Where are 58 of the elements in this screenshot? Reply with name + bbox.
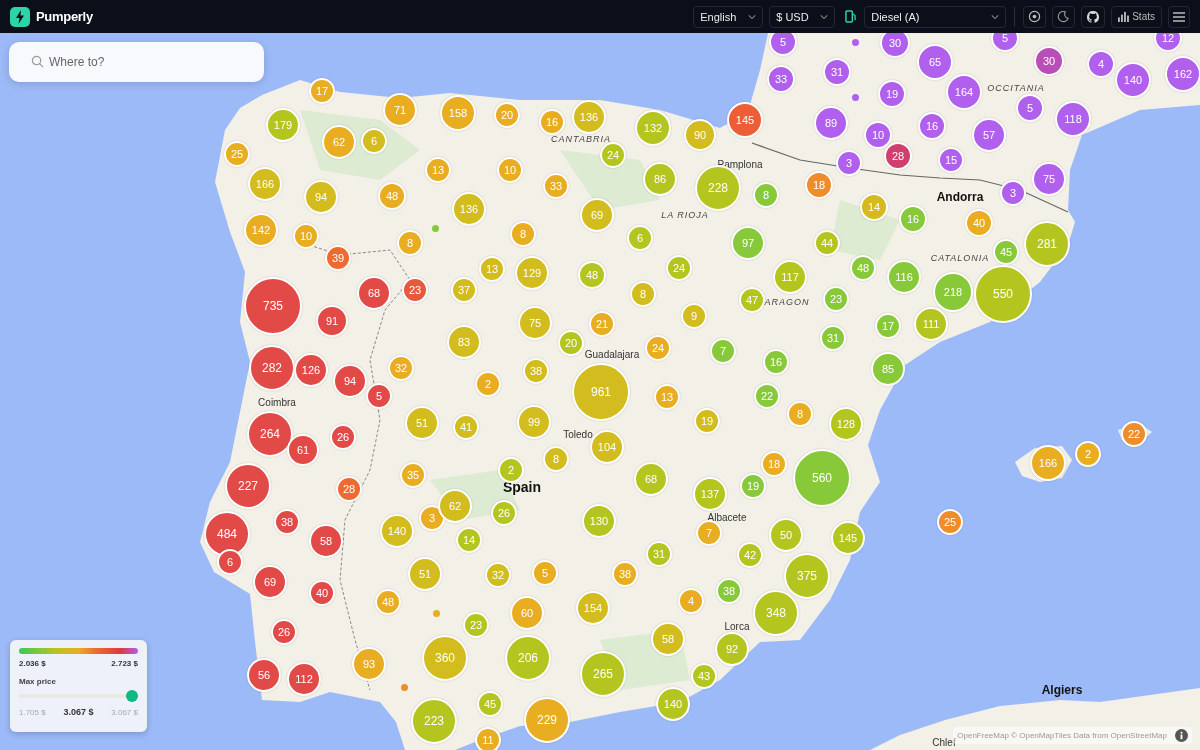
map-place-label: Guadalajara (584, 348, 640, 360)
map-place-label: OCCITANIA (987, 83, 1045, 93)
map-place-label: Coimbra (258, 396, 296, 408)
station-dot[interactable] (431, 224, 439, 232)
map-place-label: Andorra (936, 190, 984, 204)
map-place-label: Albacete (707, 511, 747, 523)
language-select[interactable]: English (693, 5, 764, 28)
station-dot[interactable] (851, 38, 859, 46)
dark-mode-button[interactable] (1052, 5, 1076, 28)
map-place-label: ARAGON (764, 297, 810, 307)
range-max-label: 3.067 $ (111, 707, 138, 717)
menu-icon (1173, 11, 1185, 22)
chevron-down-icon (820, 13, 829, 20)
github-button[interactable] (1081, 5, 1106, 28)
info-icon[interactable] (1175, 729, 1188, 742)
map-place-label: CATALONIA (930, 253, 990, 263)
search-field[interactable]: Where to? (9, 42, 264, 82)
fuel-pump-icon (845, 10, 857, 23)
station-cluster-marker[interactable]: 166 (1030, 445, 1066, 481)
app-name: Pumperly (36, 9, 93, 24)
chevron-down-icon (748, 13, 757, 20)
map-place-label: Toledo (563, 428, 593, 440)
station-cluster-marker[interactable]: 229 (524, 697, 570, 743)
station-cluster-marker[interactable]: 22 (1121, 421, 1147, 447)
station-cluster-marker[interactable]: 2 (1075, 441, 1101, 467)
target-icon (1028, 10, 1042, 23)
station-cluster-marker[interactable]: 140 (656, 687, 690, 721)
station-dot[interactable] (432, 609, 440, 617)
slider-thumb[interactable] (126, 690, 138, 702)
github-icon (1086, 9, 1101, 24)
stats-button[interactable]: Stats (1111, 5, 1162, 28)
map-place-label: CANTABRIA (551, 134, 611, 144)
max-price-label: 2.723 $ (111, 659, 138, 668)
map[interactable] (0, 33, 1200, 750)
map-place-label: LA RIOJA (661, 210, 709, 220)
station-cluster-marker[interactable]: 25 (937, 509, 963, 535)
station-cluster-marker[interactable]: 11 (475, 727, 501, 750)
menu-button[interactable] (1168, 5, 1190, 28)
station-dot[interactable] (400, 683, 408, 691)
max-price-title: Max price (19, 677, 57, 686)
map-place-label: Algiers (1041, 683, 1083, 697)
map-attribution: OpenFreeMap © OpenMapTiles Data from OpenStreetMap (957, 731, 1167, 740)
station-cluster-marker[interactable]: 17 (309, 78, 335, 104)
fuel-select[interactable]: Diesel (A) (864, 5, 1007, 28)
bar-chart-icon (1118, 11, 1130, 22)
search-icon (31, 55, 44, 68)
current-price-label: 3.067 $ (63, 707, 94, 717)
range-min-label: 1.705 $ (19, 707, 46, 717)
currency-select[interactable]: $ USD (769, 5, 836, 28)
station-dot[interactable] (851, 93, 859, 101)
min-price-label: 2.036 $ (19, 659, 46, 668)
map-place-label: Chlef (932, 736, 956, 748)
lightning-logo-icon (10, 6, 30, 27)
map-place-label: Lorca (724, 620, 750, 632)
locate-button[interactable] (1023, 5, 1047, 28)
station-cluster-marker[interactable]: 56 (247, 658, 281, 692)
chevron-down-icon (991, 13, 1000, 20)
moon-icon (1057, 10, 1071, 23)
